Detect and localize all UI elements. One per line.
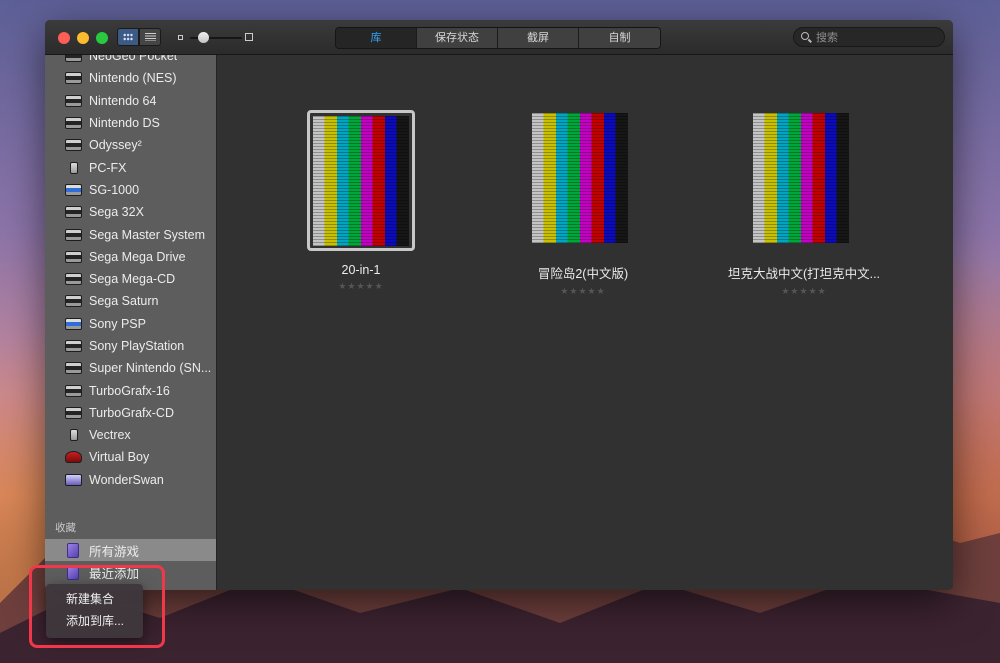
list-icon	[144, 33, 156, 41]
rating-stars[interactable]: ★★★★★	[468, 286, 698, 297]
pc-fx-console-icon	[70, 161, 78, 174]
color-bars-cover-image	[313, 116, 409, 246]
rating-stars[interactable]: ★★★★★	[246, 281, 476, 292]
collection-icon	[67, 542, 79, 558]
search-input[interactable]	[816, 30, 936, 45]
tab-screenshots[interactable]: 截屏	[498, 28, 579, 48]
game-item[interactable]: 冒险岛2(中文版) ★★★★★	[468, 110, 698, 297]
game-item[interactable]: 20-in-1 ★★★★★	[246, 110, 476, 292]
tab-homebrew[interactable]: 自制	[579, 28, 660, 48]
large-size-icon	[245, 33, 253, 41]
sidebar-item-virtual-boy[interactable]: Virtual Boy	[45, 446, 216, 468]
sidebar-item-sega-32x[interactable]: Sega 32X	[45, 201, 216, 223]
sidebar-item-sega-saturn[interactable]: Sega Saturn	[45, 290, 216, 312]
nintendo-ds-icon	[65, 117, 82, 130]
sidebar-item-sony-playstation[interactable]: Sony PlayStation	[45, 335, 216, 357]
sidebar: NeoGeo Pocket Nintendo (NES) Nintendo 64…	[45, 55, 217, 590]
turbografx-cd-console-icon	[65, 406, 82, 419]
size-slider-knob[interactable]	[198, 32, 209, 43]
game-grid: 20-in-1 ★★★★★ 冒险岛2(中文版) ★★★★★ 坦克大战中文(打坦克…	[218, 55, 953, 590]
sidebar-item-nds[interactable]: Nintendo DS	[45, 112, 216, 134]
tab-save-states[interactable]: 保存状态	[417, 28, 498, 48]
sidebar-item-super-nintendo[interactable]: Super Nintendo (SN...	[45, 357, 216, 379]
search-field[interactable]	[793, 27, 945, 47]
sg-1000-console-icon	[65, 183, 82, 196]
sidebar-item-turbografx-16[interactable]: TurboGrafx-16	[45, 379, 216, 401]
grid-icon	[123, 33, 133, 41]
mega-drive-console-icon	[65, 250, 82, 263]
sidebar-item-wonderswan[interactable]: WonderSwan	[45, 469, 216, 491]
sidebar-item-sega-mega-drive[interactable]: Sega Mega Drive	[45, 246, 216, 268]
minimize-button[interactable]	[77, 32, 89, 44]
wonderswan-console-icon	[65, 473, 82, 486]
color-bars-cover-image	[753, 113, 849, 243]
rating-stars[interactable]: ★★★★★	[689, 286, 919, 297]
game-item[interactable]: 坦克大战中文(打坦克中文... ★★★★★	[689, 110, 919, 297]
sidebar-item-sony-psp[interactable]: Sony PSP	[45, 313, 216, 335]
game-title[interactable]: 冒险岛2(中文版)	[468, 263, 698, 282]
collections-heading: 收藏	[55, 522, 76, 534]
game-title[interactable]: 20-in-1	[246, 263, 476, 277]
turbografx-16-console-icon	[65, 384, 82, 397]
search-icon	[801, 32, 809, 40]
sidebar-item-vectrex[interactable]: Vectrex	[45, 424, 216, 446]
sidebar-item-pc-fx[interactable]: PC-FX	[45, 156, 216, 178]
playstation-console-icon	[65, 340, 82, 352]
neogeo-pocket-icon	[65, 55, 82, 63]
odyssey2-console-icon	[65, 139, 82, 152]
game-cover[interactable]	[529, 110, 637, 251]
sidebar-item-sega-master-system[interactable]: Sega Master System	[45, 223, 216, 245]
sidebar-item-nes[interactable]: Nintendo (NES)	[45, 67, 216, 89]
close-button[interactable]	[58, 32, 70, 44]
small-size-icon	[178, 35, 183, 40]
sidebar-item-turbografx-cd[interactable]: TurboGrafx-CD	[45, 402, 216, 424]
vectrex-console-icon	[70, 429, 78, 442]
sidebar-item-n64[interactable]: Nintendo 64	[45, 90, 216, 112]
list-view-button[interactable]	[139, 28, 161, 46]
snes-console-icon	[65, 362, 82, 375]
tab-library[interactable]: 库	[336, 28, 417, 48]
console-list: NeoGeo Pocket Nintendo (NES) Nintendo 64…	[45, 55, 216, 491]
virtual-boy-console-icon	[65, 451, 82, 464]
zoom-button[interactable]	[96, 32, 108, 44]
saturn-console-icon	[65, 295, 82, 308]
openemu-window: 库 保存状态 截屏 自制 NeoGeo Pocket Nintendo (NES…	[45, 20, 953, 590]
game-cover[interactable]	[750, 110, 858, 251]
annotation-highlight-box	[29, 565, 165, 648]
sidebar-item-sg-1000[interactable]: SG-1000	[45, 179, 216, 201]
grid-view-button[interactable]	[117, 28, 139, 46]
sega-32x-console-icon	[65, 206, 82, 219]
toolbar: 库 保存状态 截屏 自制	[45, 20, 953, 55]
psp-console-icon	[65, 317, 82, 330]
game-cover-selected[interactable]	[307, 110, 415, 251]
n64-console-icon	[65, 94, 82, 107]
nes-console-icon	[65, 72, 82, 85]
section-tabs: 库 保存状态 截屏 自制	[335, 27, 661, 49]
master-system-console-icon	[65, 228, 82, 241]
game-title[interactable]: 坦克大战中文(打坦克中文...	[689, 263, 919, 282]
mega-cd-console-icon	[65, 273, 82, 286]
sidebar-item-neogeo-pocket[interactable]: NeoGeo Pocket	[45, 55, 216, 67]
collection-all-games[interactable]: 所有游戏	[45, 539, 216, 562]
sidebar-item-sega-mega-cd[interactable]: Sega Mega-CD	[45, 268, 216, 290]
color-bars-cover-image	[532, 113, 628, 243]
sidebar-item-odyssey2[interactable]: Odyssey²	[45, 134, 216, 156]
